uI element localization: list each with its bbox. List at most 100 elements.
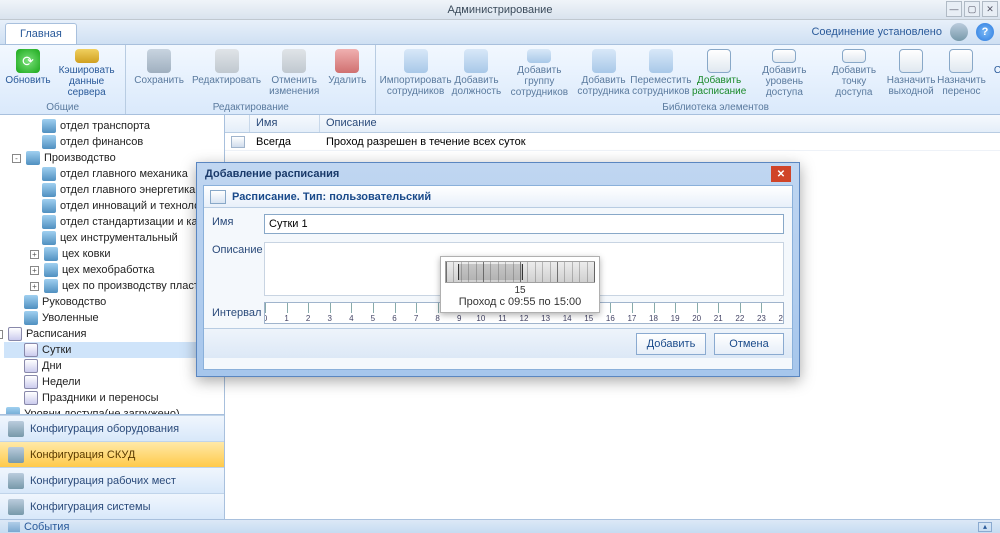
calendar-icon	[24, 343, 38, 357]
tree-node[interactable]: отдел главного механика	[4, 166, 220, 182]
add-access-level-button[interactable]: Добавить уровень доступа	[747, 47, 822, 100]
tree-node[interactable]: Сутки	[4, 342, 220, 358]
ribbon: ⟳Обновить Кэшировать данные сервера Общи…	[0, 45, 1000, 115]
cell-name: Всегда	[250, 136, 320, 148]
edit-button[interactable]: Редактировать	[188, 47, 265, 100]
workplace-icon	[8, 473, 24, 489]
titlebar: Администрирование — ▢ ✕	[0, 0, 1000, 20]
tree-label: отдел транспорта	[60, 120, 150, 132]
expand-toggle[interactable]: +	[30, 266, 39, 275]
expand-events-button[interactable]: ▴	[978, 522, 992, 532]
col-name[interactable]: Имя	[250, 115, 320, 132]
people-icon	[44, 247, 58, 261]
tree-label: отдел финансов	[60, 136, 143, 148]
tree-node[interactable]: отдел главного энергетика	[4, 182, 220, 198]
expand-toggle[interactable]: -	[0, 330, 3, 339]
tree-node[interactable]: Уволенные	[4, 310, 220, 326]
people-icon	[42, 135, 56, 149]
tree-node[interactable]: Дни	[4, 358, 220, 374]
delete-button[interactable]: Удалить	[323, 47, 371, 100]
tree-node[interactable]: Праздники и переносы	[4, 390, 220, 406]
tree-label: Руководство	[42, 296, 106, 308]
group-icon	[527, 49, 551, 63]
add-access-point-button[interactable]: Добавить точку доступа	[822, 47, 886, 100]
tree-node[interactable]: отдел финансов	[4, 134, 220, 150]
database-icon	[75, 49, 99, 63]
tree-node[interactable]: Уровни доступа(не загружено)	[4, 406, 220, 414]
tree-label: цех по производству пластик	[62, 280, 210, 292]
maximize-button[interactable]: ▢	[964, 1, 980, 17]
add-button[interactable]: Добавить	[636, 333, 706, 355]
close-button[interactable]: ✕	[982, 1, 998, 17]
transfer-icon	[949, 49, 973, 73]
tree-label: отдел главного энергетика	[60, 184, 195, 196]
expand-toggle[interactable]: +	[30, 282, 39, 291]
undo-icon	[282, 49, 306, 73]
tree-node[interactable]: Недели	[4, 374, 220, 390]
ribbon-group-editing: Сохранить Редактировать Отменить изменен…	[126, 45, 376, 114]
label-desc: Описание	[212, 242, 264, 256]
group-label-library: Библиотека элементов	[376, 102, 1000, 113]
interval-tooltip: 15 Проход с 09:55 по 15:00	[440, 256, 600, 313]
nav-workplaces[interactable]: Конфигурация рабочих мест	[0, 467, 224, 493]
set-dayoff-button[interactable]: Назначить выходной	[886, 47, 936, 100]
col-desc[interactable]: Описание	[320, 115, 1000, 132]
tree-node[interactable]: +цех ковки	[4, 246, 220, 262]
window-title: Администрирование	[448, 4, 553, 16]
dialog-close-button[interactable]: ✕	[771, 166, 791, 182]
refresh-button[interactable]: ⟳Обновить	[4, 47, 52, 100]
group-label-editing: Редактирование	[126, 102, 375, 113]
add-position-button[interactable]: Добавить должность	[451, 47, 502, 100]
lock-icon	[8, 447, 24, 463]
nav-skud[interactable]: Конфигурация СКУД	[0, 441, 224, 467]
dialog-header: Расписание. Тип: пользовательский	[204, 186, 792, 208]
tree-node[interactable]: -Производство	[4, 150, 220, 166]
tree[interactable]: отдел транспорта отдел финансов -Производс…	[0, 115, 224, 414]
save-button[interactable]: Сохранить	[130, 47, 188, 100]
nav-hardware[interactable]: Конфигурация оборудования	[0, 415, 224, 441]
add-employee-button[interactable]: Добавить сотрудника	[577, 47, 630, 100]
tree-node[interactable]: -Расписания	[4, 326, 220, 342]
add-schedule-button[interactable]: Добавить расписание	[692, 47, 747, 100]
people-icon	[42, 183, 56, 197]
name-input[interactable]	[264, 214, 784, 234]
tree-node[interactable]: отдел стандартизации и каче	[4, 214, 220, 230]
cancel-button[interactable]: Отмена	[714, 333, 784, 355]
expand-toggle[interactable]: -	[12, 154, 21, 163]
people-icon	[44, 263, 58, 277]
import-employees-button[interactable]: Импортировать сотрудников	[380, 47, 451, 100]
expand-toggle[interactable]: +	[30, 250, 39, 259]
minimize-button[interactable]: —	[946, 1, 962, 17]
tree-node[interactable]: отдел транспорта	[4, 118, 220, 134]
tree-node[interactable]: + цех по производству пластик	[4, 278, 220, 294]
grid-row[interactable]: Всегда Проход разрешен в течение всех су…	[225, 133, 1000, 151]
delete-icon	[335, 49, 359, 73]
schedule-row-icon	[231, 136, 245, 148]
tree-node[interactable]: отдел инноваций и технологи	[4, 198, 220, 214]
refresh-icon: ⟳	[16, 49, 40, 73]
tree-node[interactable]: Руководство	[4, 294, 220, 310]
cache-button[interactable]: Кэшировать данные сервера	[52, 47, 121, 100]
tab-main[interactable]: Главная	[5, 23, 77, 44]
tree-node[interactable]: +цех мехобработка	[4, 262, 220, 278]
move-employees-button[interactable]: Переместить сотрудников	[630, 47, 691, 100]
calendar-icon	[24, 375, 38, 389]
edit-icon	[215, 49, 239, 73]
tree-label: Недели	[42, 376, 81, 388]
ap-state-button[interactable]: Состояние точек доступа	[987, 47, 1000, 100]
server-icon[interactable]	[950, 23, 968, 41]
bottom-bar: События ▴	[0, 519, 1000, 533]
tree-label: отдел инноваций и технологи	[60, 200, 210, 212]
tree-label: Расписания	[26, 328, 86, 340]
people-icon	[42, 215, 56, 229]
tree-node[interactable]: цех инструментальный	[4, 230, 220, 246]
calendar-icon	[24, 391, 38, 405]
help-icon[interactable]: ?	[976, 23, 994, 41]
undo-button[interactable]: Отменить изменения	[265, 47, 323, 100]
nav-system[interactable]: Конфигурация системы	[0, 493, 224, 519]
events-label[interactable]: События	[24, 521, 69, 533]
set-transfer-button[interactable]: Назначить перенос	[936, 47, 986, 100]
people-icon	[6, 407, 20, 414]
add-group-button[interactable]: Добавить группу сотрудников	[502, 47, 577, 100]
dialog-titlebar[interactable]: Добавление расписания ✕	[197, 163, 799, 185]
